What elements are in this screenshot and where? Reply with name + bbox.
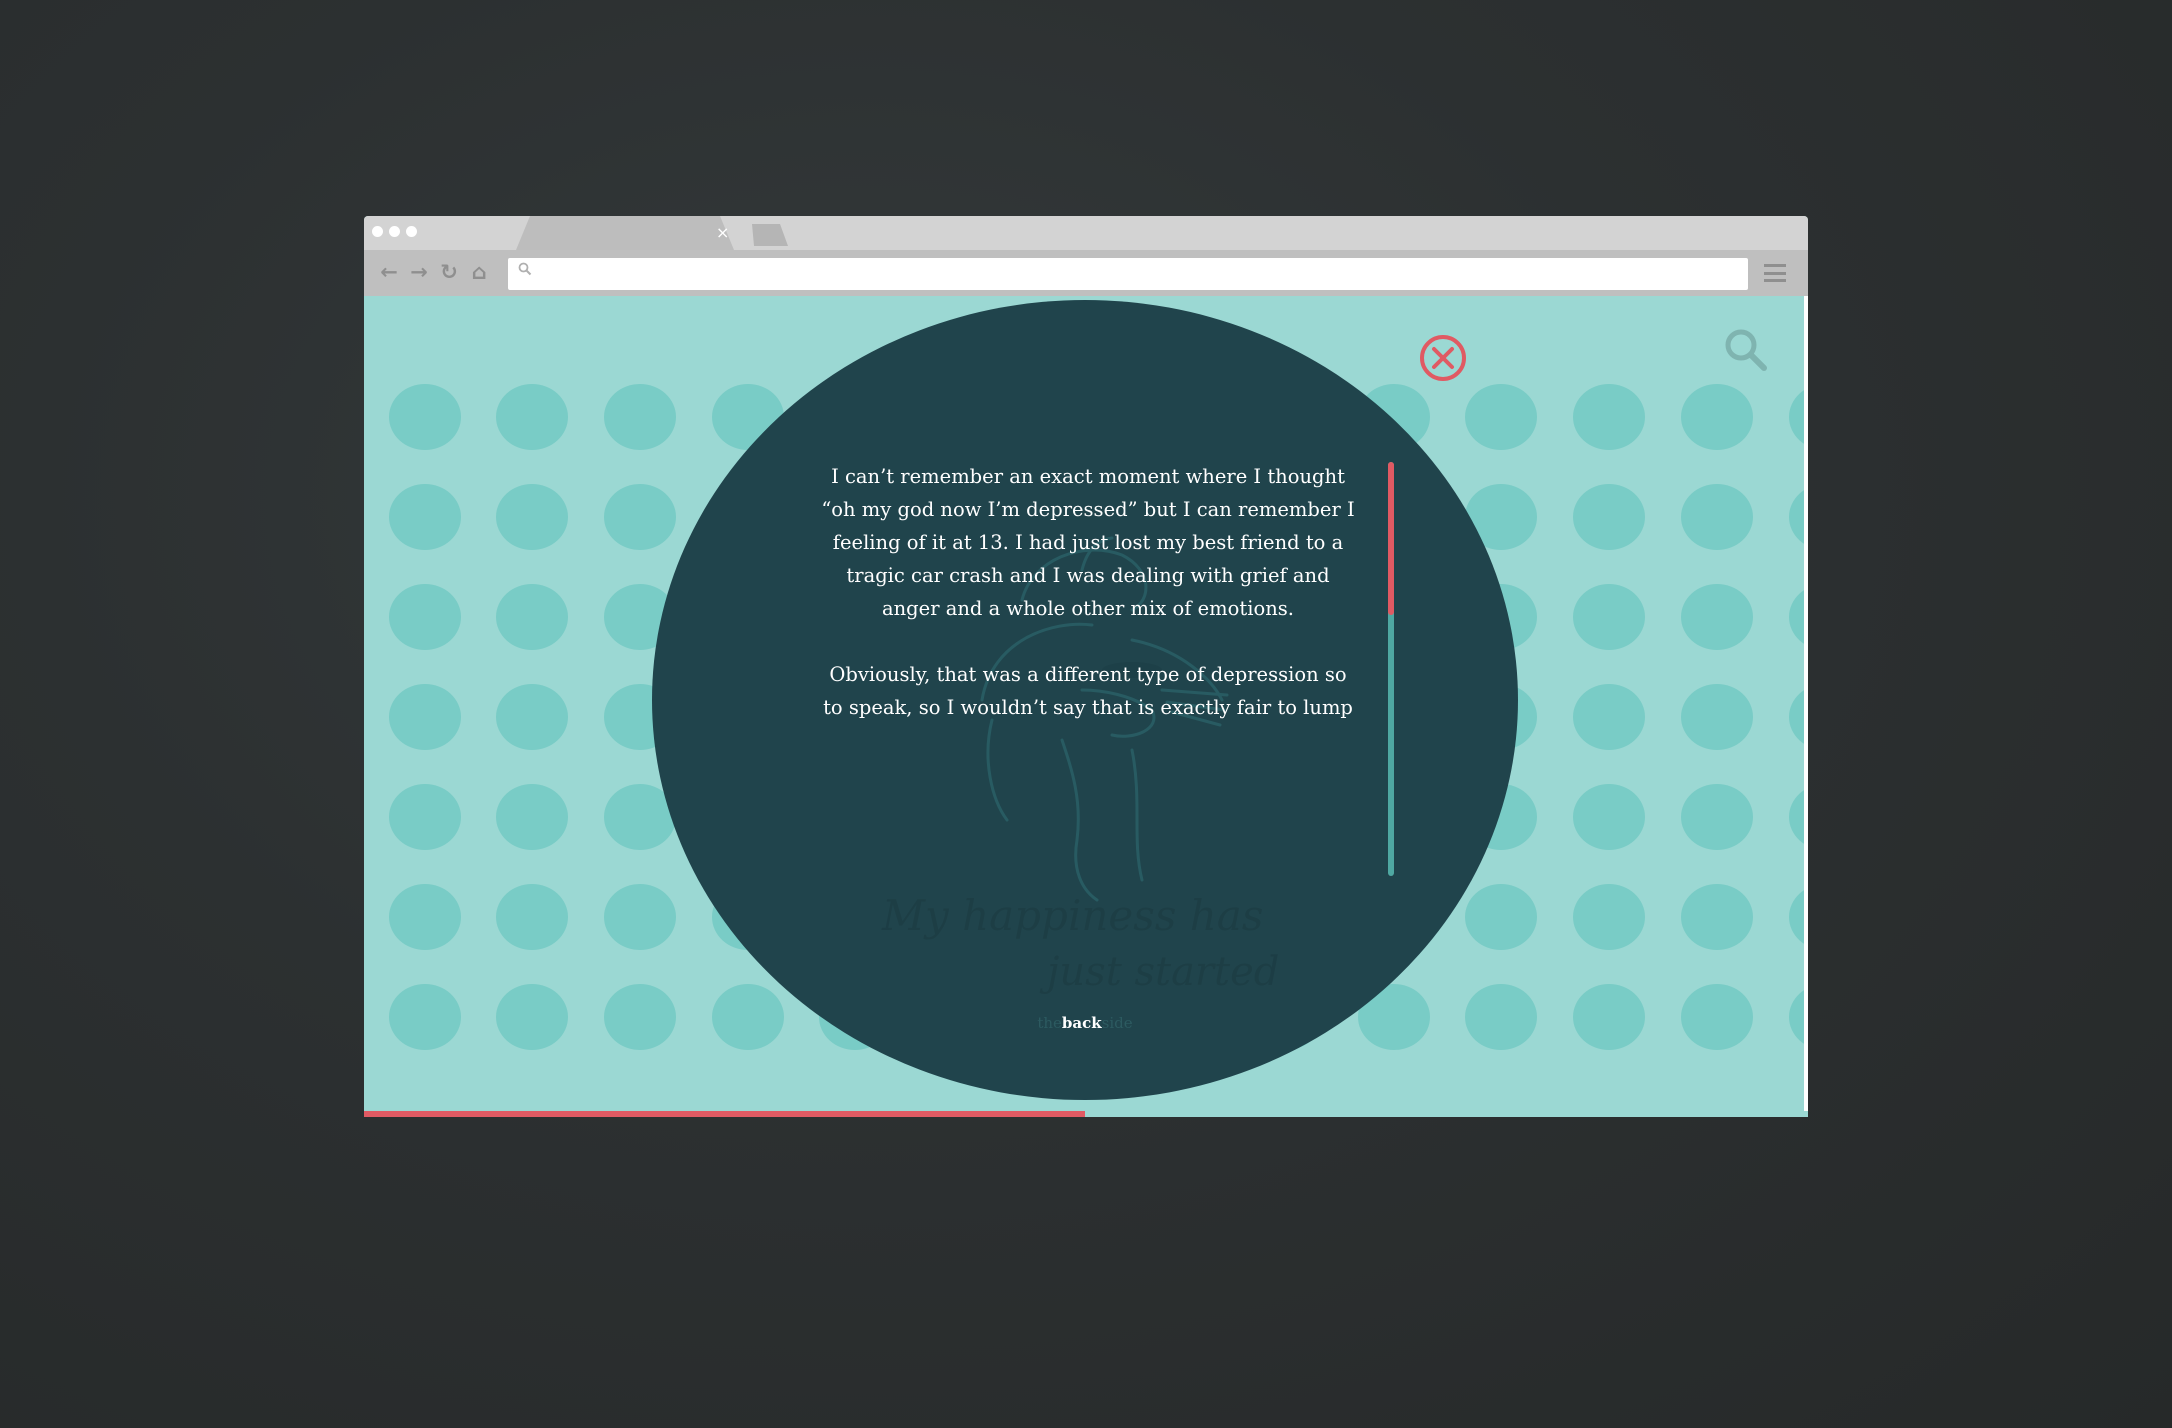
background-dot — [389, 684, 461, 750]
search-icon[interactable] — [1724, 328, 1768, 372]
address-search-icon — [518, 262, 532, 276]
story-paragraph-2: Obviously, that was a different type of … — [823, 663, 1353, 719]
reading-progress-fill — [364, 1111, 1085, 1117]
background-dot — [1681, 684, 1753, 750]
background-dot — [1573, 484, 1645, 550]
forward-arrow-icon[interactable]: → — [408, 259, 430, 285]
background-dot — [1573, 784, 1645, 850]
close-circle-icon[interactable] — [1419, 334, 1467, 382]
background-dot — [1465, 884, 1537, 950]
background-dot — [1573, 884, 1645, 950]
story-scrollbar-thumb[interactable] — [1388, 462, 1394, 615]
story-scrollbar[interactable] — [1388, 462, 1394, 876]
background-dot — [1681, 884, 1753, 950]
background-dot — [1573, 984, 1645, 1050]
background-dot — [1681, 484, 1753, 550]
tab-close-button[interactable]: × — [716, 223, 729, 243]
story-text[interactable]: I can’t remember an exact moment where I… — [820, 460, 1356, 724]
background-dot — [1573, 584, 1645, 650]
background-dot — [1573, 384, 1645, 450]
window-controls — [372, 226, 417, 237]
background-dot — [389, 984, 461, 1050]
browser-toolbar: ← → ↻ ⌂ — [364, 250, 1808, 296]
reload-icon[interactable]: ↻ — [438, 259, 460, 285]
home-icon[interactable]: ⌂ — [468, 259, 490, 285]
background-dot — [1681, 584, 1753, 650]
tab-active[interactable] — [516, 216, 734, 250]
background-dot — [389, 384, 461, 450]
page-content: My happiness has just started I can’t re… — [364, 296, 1808, 1111]
background-dot — [496, 484, 568, 550]
back-arrow-icon[interactable]: ← — [378, 259, 400, 285]
background-dot — [496, 784, 568, 850]
background-dot — [604, 484, 676, 550]
address-bar[interactable] — [508, 258, 1748, 292]
background-dot — [389, 584, 461, 650]
handwriting-line-1: My happiness has — [881, 891, 1263, 940]
background-dot — [1681, 984, 1753, 1050]
story-modal: My happiness has just started I can’t re… — [652, 300, 1518, 1100]
back-link[interactable]: back — [1062, 1014, 1102, 1032]
background-dot — [389, 884, 461, 950]
background-dot — [496, 584, 568, 650]
window-maximize-dot[interactable] — [406, 226, 417, 237]
background-dot — [1465, 384, 1537, 450]
background-dot — [496, 384, 568, 450]
background-dot — [1681, 384, 1753, 450]
background-dot — [389, 484, 461, 550]
hamburger-menu-icon[interactable] — [1764, 264, 1786, 282]
address-input[interactable] — [542, 258, 1736, 292]
background-dot — [496, 684, 568, 750]
background-dot — [389, 784, 461, 850]
browser-window: × ← → ↻ ⌂ My happiness has just started … — [364, 216, 1808, 1117]
back-link-row: thebackside — [652, 1014, 1518, 1032]
background-dot — [1573, 684, 1645, 750]
page-right-edge — [1804, 296, 1808, 1111]
handwriting-line-2: just started — [1039, 949, 1279, 995]
background-dot — [604, 384, 676, 450]
back-ghost-left: the — [1037, 1014, 1062, 1032]
background-dot — [496, 984, 568, 1050]
back-ghost-right: side — [1101, 1014, 1133, 1032]
new-tab-button[interactable] — [752, 224, 788, 246]
background-dot — [496, 884, 568, 950]
window-close-dot[interactable] — [372, 226, 383, 237]
title-bar: × — [364, 216, 1808, 250]
background-dot — [1681, 784, 1753, 850]
reading-progress-bar — [364, 1111, 1808, 1117]
story-paragraph-1: I can’t remember an exact moment where I… — [821, 465, 1355, 620]
window-minimize-dot[interactable] — [389, 226, 400, 237]
background-dot — [604, 884, 676, 950]
